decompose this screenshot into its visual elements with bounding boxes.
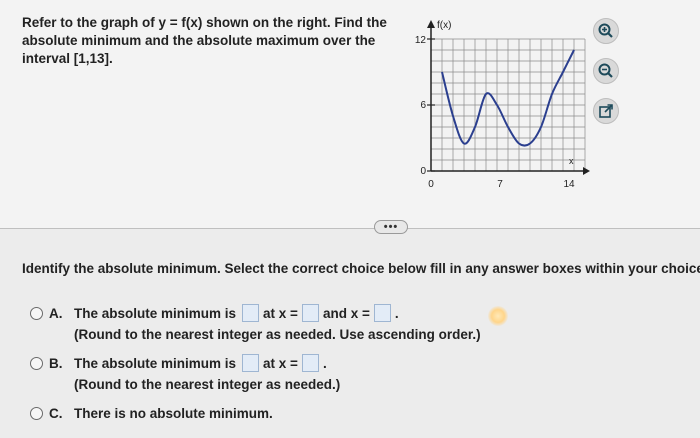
- choice-letter: A.: [49, 306, 63, 321]
- choice-note: (Round to the nearest integer as needed.…: [74, 327, 481, 342]
- prompt-line: interval [1,13].: [22, 51, 113, 66]
- x-tick-label: 7: [497, 179, 503, 190]
- choice-text: There is no absolute minimum.: [74, 406, 273, 421]
- prompt-line: Refer to the graph of y = f(x) shown on …: [22, 15, 387, 30]
- graph-svg: f(x) x 12 6 0 0 7 14: [415, 20, 590, 190]
- answer-box-min-value[interactable]: [242, 354, 260, 372]
- x-axis-arrow: [583, 167, 590, 175]
- zoom-out-icon: [598, 63, 613, 78]
- cursor-highlight: [488, 306, 508, 326]
- zoom-out-button[interactable]: [593, 58, 619, 84]
- popout-button[interactable]: [593, 98, 619, 124]
- choice-text: .: [322, 355, 327, 371]
- choice-text: .: [394, 305, 399, 321]
- radio-c[interactable]: [30, 407, 43, 420]
- y-axis-arrow: [427, 20, 435, 28]
- graph: f(x) x 12 6 0 0 7 14: [405, 16, 595, 196]
- more-button[interactable]: •••: [374, 220, 408, 234]
- choice-note: (Round to the nearest integer as needed.…: [74, 377, 341, 392]
- radio-b[interactable]: [30, 357, 43, 370]
- prompt-line: absolute minimum and the absolute maximu…: [22, 33, 376, 48]
- choice-b-line: The absolute minimum is at x = .: [74, 354, 327, 372]
- y-tick-label: 0: [420, 166, 426, 177]
- choice-text: at x =: [263, 355, 298, 371]
- x-tick-label: 0: [428, 179, 434, 190]
- section-divider: [0, 228, 700, 229]
- answer-box-x2[interactable]: [373, 304, 391, 322]
- answer-box-min-value[interactable]: [242, 304, 260, 322]
- y-axis-label: f(x): [437, 20, 451, 31]
- y-tick-label: 6: [420, 100, 426, 111]
- choice-c-line: There is no absolute minimum.: [74, 406, 273, 421]
- choice-text: The absolute minimum is: [74, 355, 237, 371]
- y-tick-label: 12: [415, 35, 427, 46]
- choice-text: and x =: [322, 305, 370, 321]
- choice-text: The absolute minimum is: [74, 305, 237, 321]
- instruction-text: Identify the absolute minimum. Select th…: [22, 261, 700, 276]
- zoom-in-icon: [598, 23, 613, 38]
- x-axis-label: x: [569, 156, 574, 166]
- choice-letter: B.: [49, 356, 63, 371]
- radio-a[interactable]: [30, 307, 43, 320]
- external-link-icon: [599, 104, 613, 118]
- question-prompt: Refer to the graph of y = f(x) shown on …: [22, 14, 397, 68]
- x-tick-label: 14: [563, 179, 575, 190]
- zoom-in-button[interactable]: [593, 18, 619, 44]
- choice-text: at x =: [263, 305, 298, 321]
- choice-letter: C.: [49, 406, 63, 421]
- answer-box-x1[interactable]: [301, 304, 319, 322]
- answer-box-x[interactable]: [301, 354, 319, 372]
- choice-a-line: The absolute minimum is at x = and x = .: [74, 304, 399, 322]
- question-panel: Refer to the graph of y = f(x) shown on …: [0, 0, 700, 228]
